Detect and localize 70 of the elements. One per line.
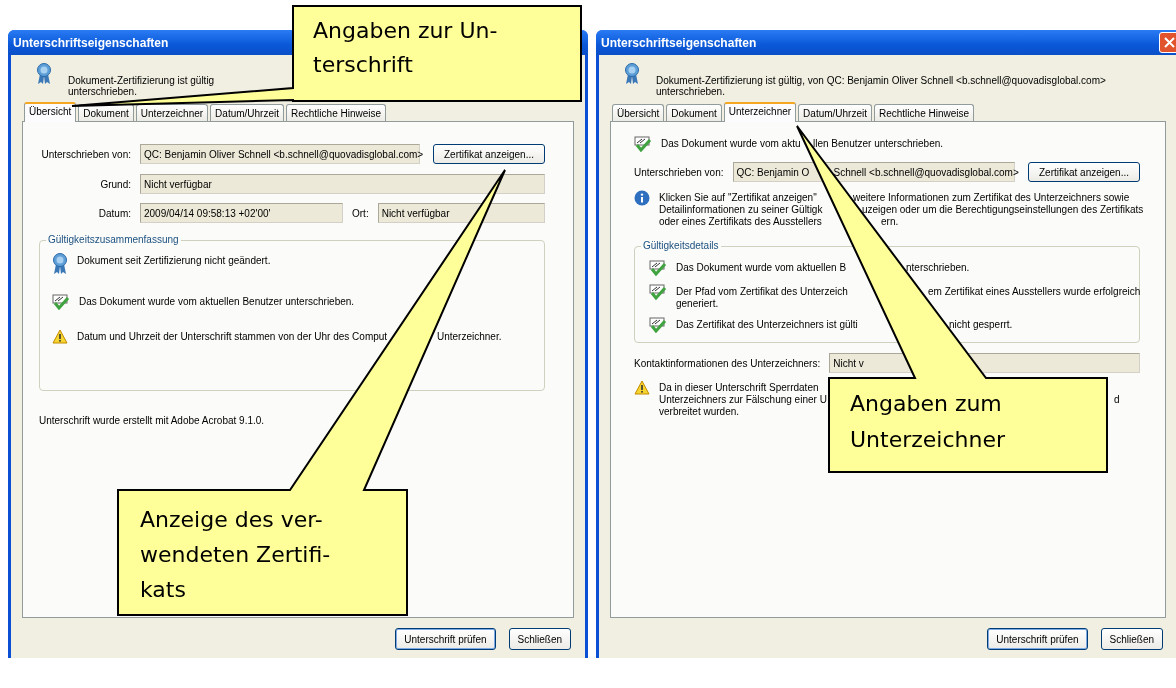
pen-check-icon: [52, 294, 70, 310]
status-text: Das Dokument wurde vom aktuellen B: [676, 262, 847, 274]
text-field[interactable]: Nicht verfügbar: [377, 203, 545, 223]
view-certificate-button[interactable]: Zertifikat anzeigen...: [433, 144, 545, 164]
status-text: Detailinformationen zu seiner Gültigk: [659, 204, 823, 216]
status-text: nicht gesperrt.: [949, 319, 1013, 331]
pen-check-icon: [649, 260, 667, 276]
warning-icon: [52, 329, 68, 344]
status-text: Das Zertifikat des Unterzeichners ist gülti: [676, 319, 858, 331]
callout-text: Angaben zum Unterzeichner: [850, 390, 1005, 454]
header-text: Dokument-Zertifizierung ist gültig unterschrieben.: [68, 74, 215, 97]
verify-signature-button[interactable]: Unterschrift prüfen: [395, 628, 496, 650]
close-dialog-button[interactable]: Schließen: [1100, 628, 1163, 650]
status-text: Unterzeichners zur Fälschung einer U: [659, 394, 827, 406]
status-text: d: [1114, 394, 1120, 406]
tab[interactable]: Rechtliche Hinweise: [286, 104, 387, 121]
status-text: Das Dokument wurde vom aktuellen Benutzer unterschrieben.: [79, 296, 355, 308]
field-label: Ort:: [352, 207, 369, 219]
tab[interactable]: Übersicht: [612, 104, 665, 121]
tab[interactable]: Datum/Uhrzeit: [210, 104, 284, 121]
tab[interactable]: Übersicht: [24, 102, 77, 122]
group-title: Gültigkeitsdetails: [641, 240, 721, 252]
status-text: llen Benutzer unterschrieben.: [813, 138, 944, 150]
tab[interactable]: Unterzeichner: [723, 102, 797, 122]
status-text: Da in dieser Unterschrift Sperrdaten: [659, 382, 819, 394]
close-dialog-button[interactable]: Schließen: [508, 628, 571, 650]
field-label: Datum:: [97, 207, 131, 219]
tab[interactable]: Dokument: [666, 104, 722, 121]
window-title: Unterschriftseigenschaften: [601, 35, 757, 50]
pen-check-icon: [649, 317, 667, 333]
field-label: Unterschrieben von:: [40, 148, 131, 160]
status-text: weitere Informationen zum Zertifikat des Unterzeichners sowie: [853, 192, 1130, 204]
field-label: Grund:: [99, 178, 131, 190]
ribbon-icon: [624, 63, 640, 85]
status-text: Unterzeichner.: [437, 331, 502, 343]
ribbon-icon: [52, 253, 68, 275]
callout-text: Angaben zur Un- terschrift: [313, 17, 498, 79]
close-button[interactable]: [1159, 32, 1176, 53]
status-text: nterschrieben.: [906, 262, 970, 274]
status-text: Das Dokument wurde vom aktu: [661, 138, 801, 150]
tab[interactable]: Rechtliche Hinweise: [874, 104, 975, 121]
pen-check-icon: [649, 284, 667, 300]
status-text: verbreitet wurden.: [659, 406, 740, 418]
status-text: oder eines Zertifikats des Ausstellers: [659, 216, 822, 228]
text-field[interactable]: 2009/04/14 09:58:13 +02'00': [140, 203, 343, 223]
header-text: Dokument-Zertifizierung ist gültig, von QC: Benjamin Oliver Schnell <b.schnell@quovadisglobal.com> unterschrieben.: [656, 74, 1106, 97]
status-text: generiert.: [676, 298, 719, 310]
callout-text: Anzeige des ver- wendeten Zertifi- kats: [140, 506, 331, 604]
warning-icon: [634, 380, 650, 395]
status-text: Der Pfad vom Zertifikat des Unterzeich: [676, 286, 848, 298]
status-text: Klicken Sie auf "Zertifikat anzeigen": [659, 192, 817, 204]
status-text: ern.: [881, 216, 899, 228]
view-certificate-button[interactable]: Zertifikat anzeigen...: [1028, 162, 1140, 182]
status-text: Datum und Uhrzeit der Unterschrift stammen von der Uhr des Comput: [77, 331, 388, 343]
status-text: uzeigen oder um die Berechtigungseinstellungen des Zertifikats: [862, 204, 1144, 216]
text-field[interactable]: Nicht verfügbar: [140, 174, 545, 194]
ribbon-icon: [36, 63, 52, 85]
field-label: Kontaktinformationen des Unterzeichners:: [634, 357, 821, 369]
close-icon: [1164, 37, 1175, 48]
tab[interactable]: Datum/Uhrzeit: [798, 104, 872, 121]
status-text: Dokument seit Zertifizierung nicht geändert.: [77, 255, 271, 267]
verify-signature-button[interactable]: Unterschrift prüfen: [987, 628, 1088, 650]
status-text: em Zertifikat eines Ausstellers wurde erfolgreich: [928, 286, 1141, 298]
note-text: Unterschrift wurde erstellt mit Adobe Acrobat 9.1.0.: [39, 415, 266, 427]
window-title: Unterschriftseigenschaften: [13, 35, 169, 50]
pen-check-icon: [634, 136, 652, 152]
group-title: Gültigkeitszusammenfassung: [46, 234, 181, 246]
tab[interactable]: Unterzeichner: [135, 104, 209, 121]
info-icon: [634, 190, 650, 206]
field-label: Unterschrieben von:: [634, 166, 724, 178]
